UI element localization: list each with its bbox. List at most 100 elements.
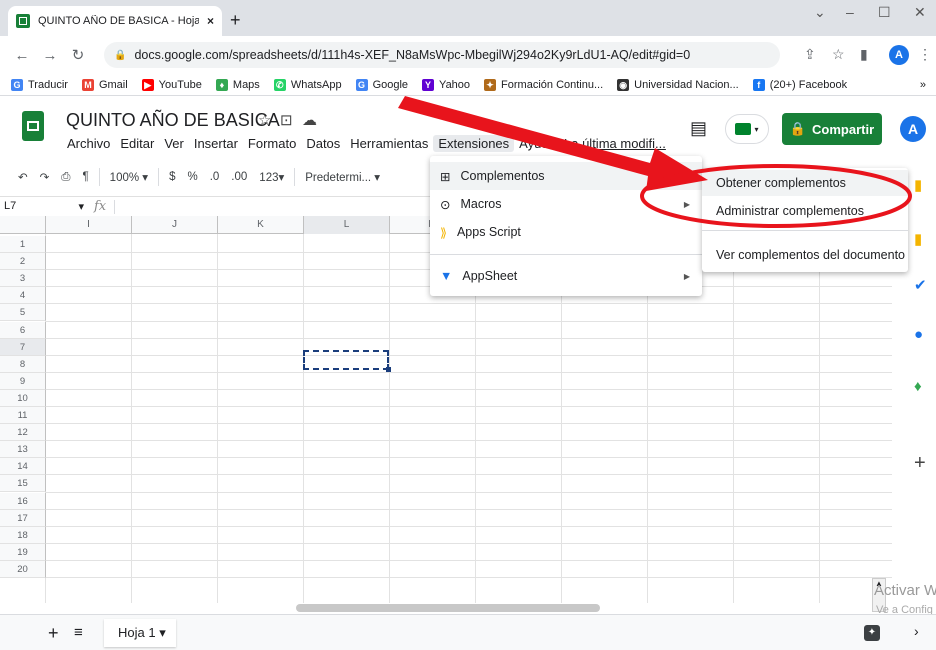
back-icon[interactable]: ← [8, 47, 36, 64]
tab-search-icon[interactable]: ⌄ [814, 4, 826, 21]
minimize-icon[interactable]: – [846, 4, 854, 20]
increase-decimals-button[interactable]: .00 [225, 171, 253, 183]
menu-item-apps-script[interactable]: ⟫ Apps Script [430, 218, 702, 246]
row-header[interactable]: 2 [0, 253, 46, 271]
column-header[interactable]: J [132, 216, 218, 234]
keep-icon[interactable]: ▮ [914, 230, 922, 248]
tasks-icon[interactable]: ✔ [914, 276, 927, 294]
column-header[interactable]: I [46, 216, 132, 234]
horizontal-scrollbar[interactable] [296, 604, 600, 612]
maps-icon[interactable]: ♦ [914, 378, 922, 395]
menu-archivo[interactable]: Archivo [62, 135, 115, 152]
paint-format-icon[interactable]: ¶ [76, 171, 94, 183]
percent-format-button[interactable]: % [181, 171, 203, 183]
currency-format-button[interactable]: $ [163, 171, 181, 183]
menu-datos[interactable]: Datos [301, 135, 345, 152]
more-formats-button[interactable]: 123▾ [253, 170, 290, 184]
bookmark-item[interactable]: f (20+) Facebook [746, 78, 854, 91]
row-header[interactable]: 15 [0, 475, 46, 493]
row-header[interactable]: 5 [0, 304, 46, 322]
row-header[interactable]: 10 [0, 389, 46, 407]
row-header[interactable]: 17 [0, 509, 46, 527]
row-header[interactable]: 8 [0, 355, 46, 373]
all-sheets-icon[interactable]: ≡ [74, 624, 83, 641]
menu-item-administrar-complementos[interactable]: Administrar complementos [702, 198, 908, 224]
sheets-logo-icon[interactable] [22, 111, 44, 141]
last-edit-link[interactable]: La última modifi... [564, 136, 666, 151]
bookmark-star-icon[interactable]: ☆ [832, 46, 845, 63]
maximize-icon[interactable]: ☐ [878, 4, 891, 21]
side-panel-toggle-icon[interactable]: › [914, 623, 919, 639]
menu-item-obtener-complementos[interactable]: Obtener complementos [702, 170, 908, 196]
menu-extensiones[interactable]: Extensiones [433, 135, 515, 152]
decrease-decimals-button[interactable]: .0 [204, 171, 226, 183]
row-header[interactable]: 4 [0, 287, 46, 305]
menu-ver[interactable]: Ver [159, 135, 189, 152]
row-header[interactable]: 11 [0, 407, 46, 425]
undo-icon[interactable]: ↶ [12, 170, 34, 184]
bookmark-item[interactable]: G Google [349, 78, 415, 91]
column-header[interactable]: L [304, 216, 390, 234]
bookmark-item[interactable]: ◉ Universidad Nacion... [610, 78, 746, 91]
calendar-icon[interactable]: ▮ [914, 176, 922, 194]
menu-item-macros[interactable]: ⊙ Macros ▶ [430, 190, 702, 218]
contacts-icon[interactable]: ● [914, 326, 923, 343]
row-header[interactable]: 12 [0, 424, 46, 442]
menu-item-complementos[interactable]: ⊞ Complementos ▶ [430, 162, 702, 190]
name-box[interactable]: L7 ▾ [0, 200, 90, 213]
row-header[interactable]: 19 [0, 543, 46, 561]
explore-icon[interactable]: ✦ [864, 625, 880, 641]
menu-insertar[interactable]: Insertar [189, 135, 243, 152]
move-folder-icon[interactable]: ⊡ [280, 111, 293, 129]
selected-cell[interactable] [303, 350, 391, 372]
row-header[interactable]: 13 [0, 441, 46, 459]
row-header[interactable]: 16 [0, 492, 46, 510]
print-icon[interactable]: ⎙ [55, 171, 76, 184]
row-header[interactable]: 9 [0, 372, 46, 390]
user-avatar[interactable]: A [900, 116, 926, 142]
browser-tab[interactable]: QUINTO AÑO DE BASICA - Hoja × [8, 6, 222, 36]
window-close-icon[interactable]: ✕ [914, 4, 926, 21]
document-title[interactable]: QUINTO AÑO DE BASICA [66, 110, 280, 131]
row-header[interactable]: 6 [0, 321, 46, 339]
bookmark-item[interactable]: M Gmail [75, 78, 135, 91]
zoom-select[interactable]: 100% ▾ [104, 170, 154, 184]
forward-icon[interactable]: → [36, 47, 64, 64]
row-header[interactable]: 18 [0, 526, 46, 544]
meet-button[interactable]: ▾ [725, 114, 769, 144]
row-header[interactable]: 20 [0, 560, 46, 578]
menu-item-ver-complementos[interactable]: Ver complementos del documento [702, 242, 908, 268]
bookmark-item[interactable]: ▶ YouTube [135, 78, 209, 91]
reload-icon[interactable]: ↻ [64, 46, 92, 64]
column-header[interactable]: K [218, 216, 304, 234]
menu-editar[interactable]: Editar [115, 135, 159, 152]
row-header[interactable]: 3 [0, 270, 46, 288]
row-header[interactable]: 1 [0, 236, 46, 254]
row-header[interactable]: 14 [0, 458, 46, 476]
get-addons-icon[interactable]: + [914, 452, 926, 475]
add-sheet-button[interactable]: + [48, 623, 59, 644]
lock-icon[interactable]: 🔒 [114, 50, 126, 61]
bookmark-item[interactable]: ✦ Formación Continu... [477, 78, 610, 91]
bookmark-item[interactable]: G Traducir [4, 78, 75, 91]
bookmark-item[interactable]: Y Yahoo [415, 78, 477, 91]
tab-close-icon[interactable]: × [207, 14, 214, 28]
side-panel-icon[interactable]: ▮ [860, 46, 868, 63]
font-select[interactable]: Predetermi... ▾ [299, 170, 386, 184]
comments-icon[interactable]: ▤ [690, 118, 707, 139]
share-button[interactable]: 🔒 Compartir [782, 113, 882, 145]
select-all-corner[interactable] [0, 216, 46, 234]
chrome-menu-icon[interactable]: ⋮ [918, 46, 932, 63]
new-tab-button[interactable]: + [230, 10, 241, 31]
bookmark-item[interactable]: ✆ WhatsApp [267, 78, 349, 91]
menu-formato[interactable]: Formato [243, 135, 301, 152]
share-page-icon[interactable]: ⇪ [804, 46, 816, 63]
star-icon[interactable]: ☆ [258, 111, 271, 129]
cloud-status-icon[interactable]: ☁ [302, 111, 317, 129]
more-bookmarks-button[interactable]: » [920, 79, 936, 91]
menu-ayuda[interactable]: Ayuda [514, 135, 561, 152]
menu-herramientas[interactable]: Herramientas [345, 135, 433, 152]
menu-item-appsheet[interactable]: ▼ AppSheet ▶ [430, 262, 702, 290]
chrome-profile-avatar[interactable]: A [889, 45, 909, 65]
redo-icon[interactable]: ↷ [34, 170, 56, 184]
